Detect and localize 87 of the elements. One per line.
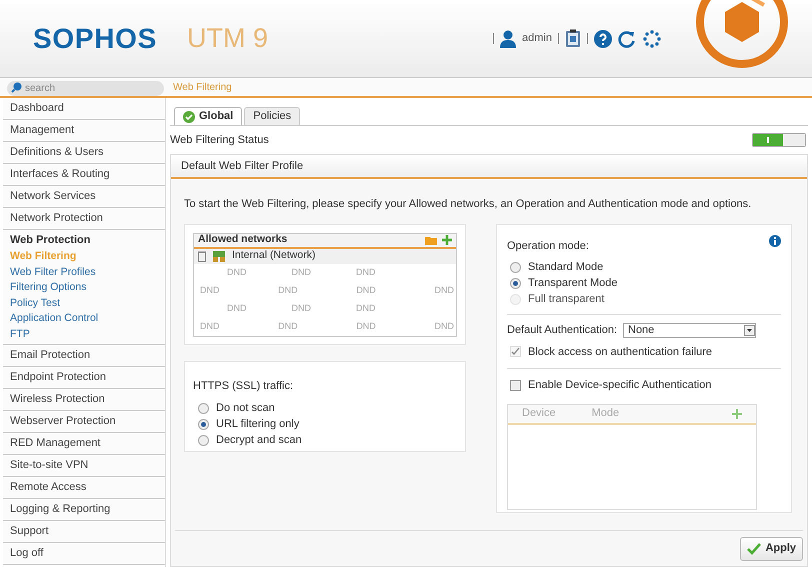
status-toggle[interactable]: [752, 133, 806, 147]
dropdown-icon: [744, 324, 755, 336]
loading-icon: [642, 28, 662, 48]
drop-hint: DND: [200, 284, 220, 297]
sidebar-item[interactable]: RED Management: [3, 433, 165, 454]
user-icon[interactable]: [500, 30, 516, 48]
radio-button[interactable]: [198, 418, 209, 430]
separator: [558, 33, 559, 44]
sidebar-item[interactable]: Support: [3, 521, 165, 542]
status-label: Web Filtering Status: [170, 132, 269, 148]
drop-hint: DND: [227, 302, 246, 315]
radio-label: Decrypt and scan: [216, 432, 302, 448]
auth-select[interactable]: None: [623, 322, 756, 338]
tab[interactable]: Global: [174, 107, 242, 125]
sidebar-item[interactable]: Web Protection: [3, 230, 165, 251]
sidebar-item[interactable]: Remote Access: [3, 477, 165, 498]
radio-button[interactable]: [510, 278, 521, 288]
user-name[interactable]: admin: [522, 30, 552, 47]
radio-label: Standard Mode: [528, 260, 604, 275]
drop-hint: DND: [292, 266, 311, 279]
drop-hint: DND: [278, 284, 298, 297]
drop-hint: DND: [434, 284, 454, 297]
auth-label: Default Authentication:: [507, 323, 618, 338]
tab[interactable]: Policies: [244, 107, 300, 125]
sidebar-item[interactable]: Site-to-site VPN: [3, 455, 165, 476]
sidebar-item[interactable]: Interfaces & Routing: [3, 164, 165, 185]
sidebar-item[interactable]: Dashboard: [3, 98, 165, 119]
radio-label: Transparent Mode: [528, 276, 618, 291]
sidebar-item[interactable]: Network Services: [3, 186, 165, 207]
drop-hint: DND: [292, 302, 311, 315]
folder-icon[interactable]: [425, 236, 437, 244]
checkbox[interactable]: [510, 380, 521, 391]
panel-header: Default Web Filter Profile: [171, 155, 807, 179]
clipboard-icon[interactable]: [565, 29, 581, 48]
apply-button[interactable]: Apply: [740, 536, 803, 560]
drop-hint: DND: [356, 266, 376, 279]
radio-label: Full transparent: [528, 292, 604, 307]
sidebar-item[interactable]: Definitions & Users: [3, 142, 165, 163]
sidebar-item[interactable]: Wireless Protection: [3, 389, 165, 410]
search-field[interactable]: search: [7, 80, 164, 96]
radio-button[interactable]: [198, 434, 209, 446]
search-icon: [11, 82, 22, 92]
drop-hint: DND: [200, 320, 220, 333]
sidebar-item[interactable]: Network Protection: [3, 208, 165, 229]
help-icon[interactable]: [594, 30, 612, 48]
drop-hint: DND: [356, 302, 376, 315]
column-header: Device: [522, 406, 556, 422]
sidebar-subitem[interactable]: FTP: [3, 326, 165, 342]
sidebar-item[interactable]: Logging & Reporting: [3, 499, 165, 520]
add-icon[interactable]: [442, 235, 452, 245]
checkbox-label: Enable Device-specific Authentication: [528, 378, 712, 393]
https-label: HTTPS (SSL) traffic:: [193, 378, 294, 394]
trash-icon[interactable]: [198, 250, 206, 262]
sidebar-item[interactable]: Email Protection: [3, 345, 165, 366]
drop-hint: DND: [227, 266, 246, 279]
drop-hint: DND: [356, 320, 376, 333]
add-icon[interactable]: [732, 408, 742, 418]
sidebar-item[interactable]: Management: [3, 120, 165, 141]
list-title: Allowed networks: [198, 234, 288, 248]
separator: [493, 33, 494, 44]
radio-label: URL filtering only: [216, 416, 300, 432]
check-circle-icon: [183, 110, 195, 122]
product-name: UTM 9: [187, 22, 268, 56]
sidebar-subitem[interactable]: Filtering Options: [3, 280, 165, 296]
sidebar-subitem[interactable]: Policy Test: [3, 296, 165, 311]
info-icon[interactable]: [769, 234, 781, 246]
column-header: Mode: [592, 406, 620, 422]
radio-button[interactable]: [198, 402, 209, 414]
radio-button[interactable]: [510, 262, 521, 272]
sidebar-item[interactable]: Log off: [3, 543, 165, 564]
brand-logo: SOPHOS: [33, 22, 158, 56]
check-icon: [747, 542, 762, 554]
sidebar-subitem[interactable]: Web Filter Profiles: [3, 264, 165, 280]
network-icon: [213, 250, 225, 262]
sidebar-item[interactable]: Endpoint Protection: [3, 367, 165, 388]
drop-hint: DND: [434, 320, 454, 333]
intro-text: To start the Web Filtering, please specify your Allowed networks, an Operation and Authentication mode and options.: [184, 197, 752, 212]
drop-hint: DND: [278, 320, 298, 333]
radio-label: Do not scan: [216, 400, 275, 416]
refresh-icon[interactable]: [618, 30, 636, 48]
sidebar-subitem[interactable]: Application Control: [3, 311, 165, 326]
drop-hint: DND: [356, 284, 376, 297]
checkbox-label: Block access on authentication failure: [528, 344, 712, 360]
separator: [587, 33, 588, 44]
operation-mode-label: Operation mode:: [507, 238, 589, 254]
sidebar-item[interactable]: Webserver Protection: [3, 411, 165, 432]
breadcrumb: Web Filtering: [173, 80, 232, 94]
